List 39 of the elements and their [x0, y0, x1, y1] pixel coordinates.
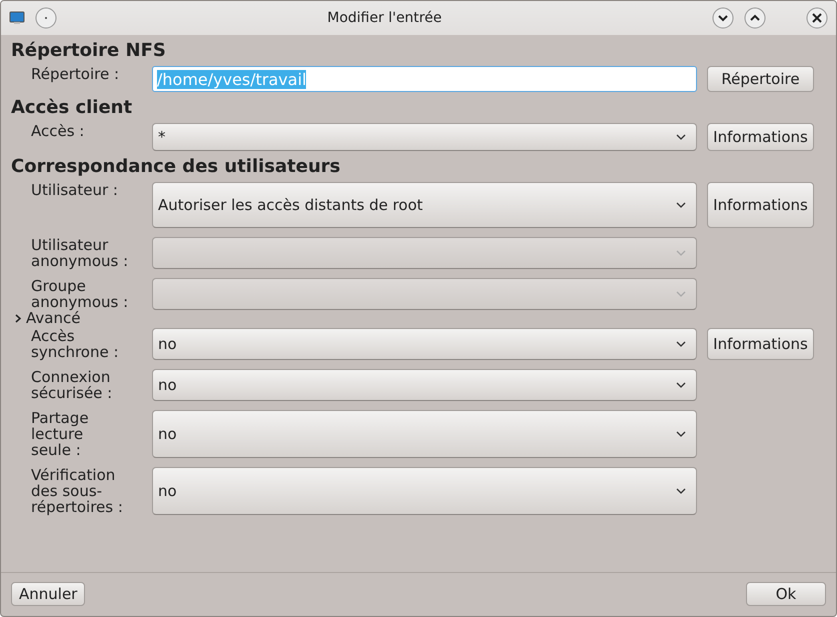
field-label: Répertoire :: [30, 66, 120, 85]
expander-label[interactable]: Avancé: [26, 309, 80, 327]
field-label: Utilisateur anonymous :: [30, 237, 130, 269]
chevron-down-icon: [676, 291, 686, 297]
field-label: Groupe anonymous :: [30, 278, 130, 310]
chevron-down-icon: [676, 341, 686, 347]
browse-button[interactable]: Répertoire: [707, 66, 814, 92]
chevron-down-icon: [676, 488, 686, 494]
field-label: Vérification des sous- répertoires :: [30, 467, 124, 515]
section-heading: Répertoire NFS: [11, 40, 167, 61]
dropdown[interactable]: *: [152, 123, 697, 151]
section-heading: Correspondance des utilisateurs: [11, 156, 342, 177]
monitor-icon: [9, 10, 25, 26]
field-label: Utilisateur :: [30, 182, 119, 201]
field-label: Accès synchrone :: [30, 328, 120, 360]
dropdown[interactable]: no: [152, 369, 697, 401]
close-icon[interactable]: [806, 7, 828, 29]
info-button[interactable]: Informations: [707, 182, 814, 228]
dropdown[interactable]: no: [152, 328, 697, 360]
chevron-down-icon: [676, 202, 686, 208]
info-button[interactable]: Informations: [707, 328, 814, 360]
minimize-icon[interactable]: [712, 7, 734, 29]
chevron-down-icon: [676, 431, 686, 437]
chevron-down-icon: [676, 382, 686, 388]
field-label: Partage lecture seule :: [30, 410, 90, 458]
ok-button[interactable]: Ok: [746, 582, 826, 606]
chevron-down-icon: [676, 250, 686, 256]
dropdown[interactable]: no: [152, 410, 697, 458]
window-title: Modifier l'entrée: [326, 10, 443, 26]
section-heading: Accès client: [11, 97, 134, 118]
cancel-button[interactable]: Annuler: [11, 582, 86, 606]
chevron-right-icon[interactable]: [15, 314, 22, 322]
info-button[interactable]: Informations: [707, 123, 814, 151]
field-label: Accès :: [30, 123, 86, 142]
maximize-icon[interactable]: [744, 7, 766, 29]
dropdown[interactable]: Autoriser les accès distants de root: [152, 182, 697, 228]
chevron-down-icon: [676, 134, 686, 140]
field-label: Connexion sécurisée :: [30, 369, 114, 401]
dropdown[interactable]: no: [152, 467, 697, 515]
